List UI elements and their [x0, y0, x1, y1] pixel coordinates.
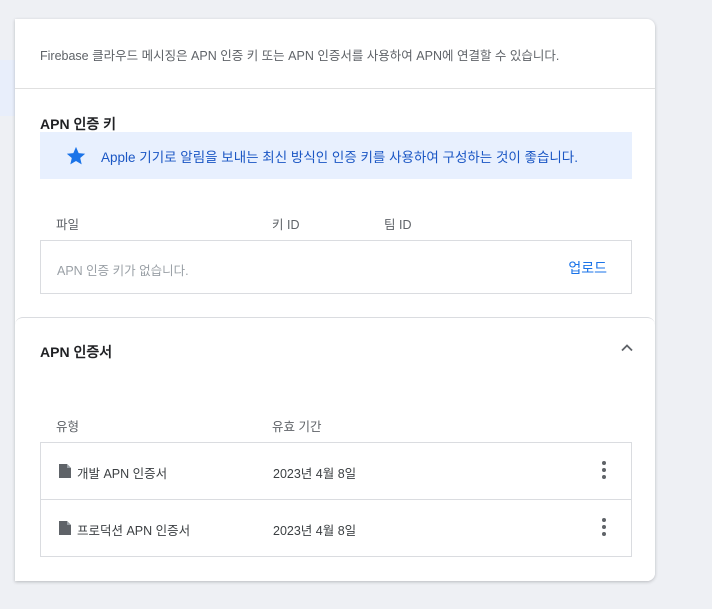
- column-header-team-id: 팀 ID: [384, 218, 412, 232]
- recommendation-banner: Apple 기기로 알림을 보내는 최신 방식인 인증 키를 사용하여 구성하는…: [40, 132, 632, 179]
- chevron-up-icon[interactable]: [619, 340, 635, 356]
- upload-button[interactable]: 업로드: [568, 258, 607, 278]
- auth-key-title: APN 인증 키: [40, 116, 116, 132]
- apn-certificates-section: APN 인증서 유형 유효 기간 개발 APN 인증서 2023년 4월 8일: [15, 317, 655, 581]
- column-header-type: 유형: [56, 420, 80, 434]
- star-icon: [66, 146, 86, 164]
- certificates-title: APN 인증서: [40, 344, 113, 360]
- more-vert-icon[interactable]: [601, 518, 607, 538]
- certificate-type: 개발 APN 인증서: [77, 467, 168, 481]
- certificate-expiry: 2023년 4월 8일: [273, 524, 357, 538]
- column-header-expiry: 유효 기간: [272, 420, 322, 434]
- auth-key-empty-row: APN 인증 키가 없습니다. 업로드: [40, 240, 632, 294]
- sidebar-selected-indicator: [0, 60, 15, 116]
- file-icon: [59, 521, 71, 535]
- table-row: 프로덕션 APN 인증서 2023년 4월 8일: [41, 499, 631, 556]
- column-header-key-id: 키 ID: [272, 218, 300, 232]
- banner-text: Apple 기기로 알림을 보내는 최신 방식인 인증 키를 사용하여 구성하는…: [101, 149, 578, 165]
- column-header-file: 파일: [56, 218, 80, 232]
- certificate-expiry: 2023년 4월 8일: [273, 467, 357, 481]
- apns-config-panel: Firebase 클라우드 메시징은 APN 인증 키 또는 APN 인증서를 …: [15, 19, 655, 581]
- more-vert-icon[interactable]: [601, 461, 607, 481]
- apns-description: Firebase 클라우드 메시징은 APN 인증 키 또는 APN 인증서를 …: [40, 49, 560, 63]
- certificates-table: 개발 APN 인증서 2023년 4월 8일 프로덕션 APN 인증서 2023…: [40, 442, 632, 557]
- table-row: 개발 APN 인증서 2023년 4월 8일: [41, 443, 631, 499]
- file-icon: [59, 464, 71, 478]
- empty-message: APN 인증 키가 없습니다.: [57, 264, 189, 278]
- certificate-type: 프로덕션 APN 인증서: [77, 524, 191, 538]
- divider: [15, 88, 655, 89]
